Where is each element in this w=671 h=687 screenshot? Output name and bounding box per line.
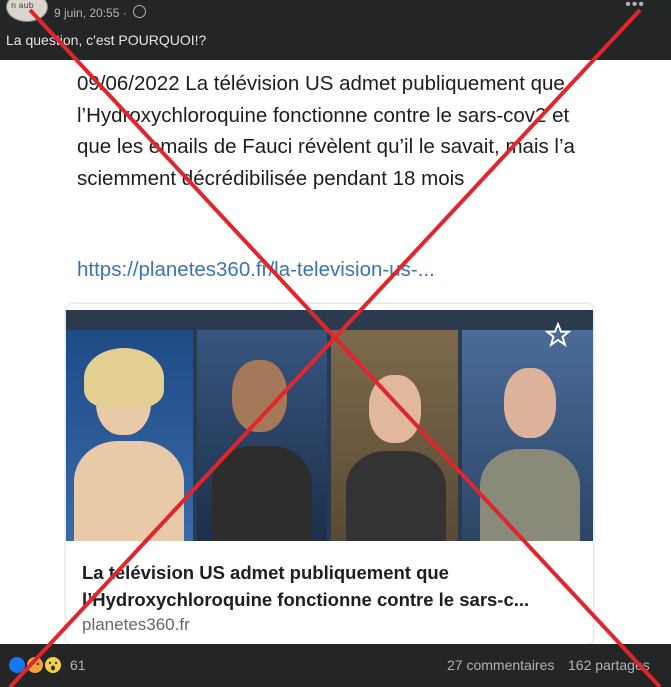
- person-body: [74, 441, 184, 541]
- news-thumbnail: [66, 310, 593, 541]
- person-body: [212, 446, 312, 541]
- thumbnail-panel-3: [331, 330, 458, 541]
- person-head: [369, 375, 421, 443]
- thumbnail-panel-4: [462, 330, 593, 541]
- screenshot-text: 09/06/2022 La télévision US admet publiq…: [77, 72, 575, 190]
- embedded-screenshot[interactable]: 09/06/2022 La télévision US admet publiq…: [0, 60, 671, 644]
- reaction-count[interactable]: 61: [70, 657, 86, 673]
- post-caption: La question, c'est POURQUOI!?: [6, 32, 207, 48]
- globe-icon: [133, 5, 146, 18]
- reactions-icon[interactable]: [8, 656, 68, 674]
- more-options-icon[interactable]: •••: [625, 0, 645, 14]
- link-preview-card: La télévision US admet publiquement que …: [66, 304, 593, 644]
- person-body: [346, 451, 446, 541]
- person-head: [504, 368, 556, 438]
- card-title: La télévision US admet publiquement que …: [82, 562, 530, 610]
- person-body: [480, 449, 580, 541]
- post-footer: 61 27 commentaires 162 partages: [0, 644, 671, 687]
- person-head: [232, 360, 287, 432]
- card-domain: planetes360.fr: [82, 615, 190, 634]
- post-timestamp[interactable]: 9 juin, 20:55 ·: [54, 6, 127, 20]
- person-hair: [84, 348, 164, 408]
- thumbnail-panel-1: [66, 330, 193, 541]
- shares-count[interactable]: 162 partages: [568, 657, 650, 673]
- avatar[interactable]: n aub: [6, 0, 48, 22]
- star-icon[interactable]: [545, 322, 571, 348]
- avatar-text: n aub: [11, 1, 34, 10]
- comments-count[interactable]: 27 commentaires: [447, 657, 554, 673]
- post-header: n aub 9 juin, 20:55 · ••• La question, c…: [0, 0, 671, 60]
- screenshot-link: https://planetes360.fr/la-television-us-…: [77, 258, 435, 281]
- thumbnail-panel-2: [197, 330, 327, 541]
